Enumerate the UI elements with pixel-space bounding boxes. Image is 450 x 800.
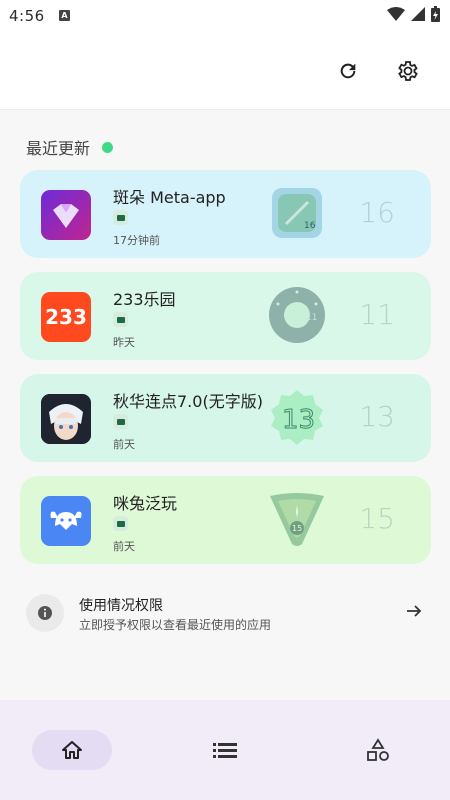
section-title: 最近更新 — [26, 139, 91, 158]
svg-text:15: 15 — [292, 524, 302, 533]
bottom-navigation — [0, 700, 450, 800]
update-time: 17分钟前 — [113, 234, 160, 247]
api-level: 11 — [359, 298, 395, 331]
shapes-icon — [367, 738, 389, 761]
nav-list[interactable] — [185, 730, 265, 770]
status-dot — [102, 141, 114, 153]
nav-home[interactable] — [32, 730, 112, 770]
android-version-art-icon: 16 — [266, 182, 328, 244]
app-name: 秋华连点7.0(无字版) — [113, 392, 263, 411]
status-time: 4:56 — [9, 7, 45, 25]
battery-icon — [431, 6, 440, 22]
app-store-badge-icon — [113, 210, 128, 225]
usage-permission-row[interactable]: 使用情况权限 立即授予权限以查看最近使用的应用 — [20, 586, 431, 640]
update-time: 前天 — [113, 540, 135, 553]
list-icon — [213, 743, 237, 758]
status-icons — [387, 6, 440, 22]
app-name: 斑朵 Meta-app — [113, 188, 226, 207]
app-name: 咪兔泛玩 — [113, 494, 178, 513]
refresh-icon — [340, 63, 356, 79]
app-store-badge-icon — [113, 516, 128, 531]
anime-avatar-icon — [41, 394, 91, 444]
android-version-art-icon: 15 — [266, 488, 328, 550]
home-icon — [62, 741, 82, 759]
section-header: 最近更新 — [26, 135, 114, 159]
svg-text:11: 11 — [306, 313, 317, 323]
bunny-icon — [41, 496, 91, 546]
app-card[interactable]: 咪兔泛玩 前天 15 15 — [20, 476, 431, 564]
app-card[interactable]: 秋华连点7.0(无字版) 前天 13 13 — [20, 374, 431, 462]
nav-shapes[interactable] — [338, 730, 418, 770]
status-bar: 4:56 A — [0, 0, 450, 32]
app-name: 233乐园 — [113, 290, 176, 309]
refresh-button[interactable] — [328, 51, 368, 91]
top-app-bar — [0, 32, 450, 110]
app-store-badge-icon — [113, 312, 128, 327]
api-level: 15 — [359, 502, 395, 535]
svg-text:16: 16 — [304, 221, 316, 231]
permission-title: 使用情况权限 — [79, 598, 163, 614]
android-version-art-icon: 11 — [266, 284, 328, 346]
icon-text: 233 — [45, 305, 87, 329]
arrow-right-icon — [405, 602, 423, 624]
update-time: 昨天 — [113, 336, 135, 349]
notification-icon: A — [59, 10, 70, 21]
info-icon — [26, 594, 64, 632]
meta-app-icon — [41, 190, 91, 240]
signal-icon — [411, 7, 425, 21]
api-level: 16 — [359, 196, 395, 229]
api-level: 13 — [359, 400, 395, 433]
wifi-icon — [387, 7, 405, 21]
settings-button[interactable] — [388, 51, 428, 91]
svg-text:13: 13 — [282, 405, 315, 435]
app-card[interactable]: 233 233乐园 昨天 11 11 — [20, 272, 431, 360]
gear-icon — [398, 61, 418, 81]
app-card[interactable]: 斑朵 Meta-app 17分钟前 16 16 — [20, 170, 431, 258]
update-time: 前天 — [113, 438, 135, 451]
main-content: 最近更新 斑朵 Meta-app 17分钟前 16 16 233 233乐园 昨… — [0, 110, 450, 700]
233-icon: 233 — [41, 292, 91, 342]
android-version-art-icon: 13 — [266, 386, 328, 448]
app-store-badge-icon — [113, 414, 128, 429]
permission-description: 立即授予权限以查看最近使用的应用 — [79, 618, 272, 632]
